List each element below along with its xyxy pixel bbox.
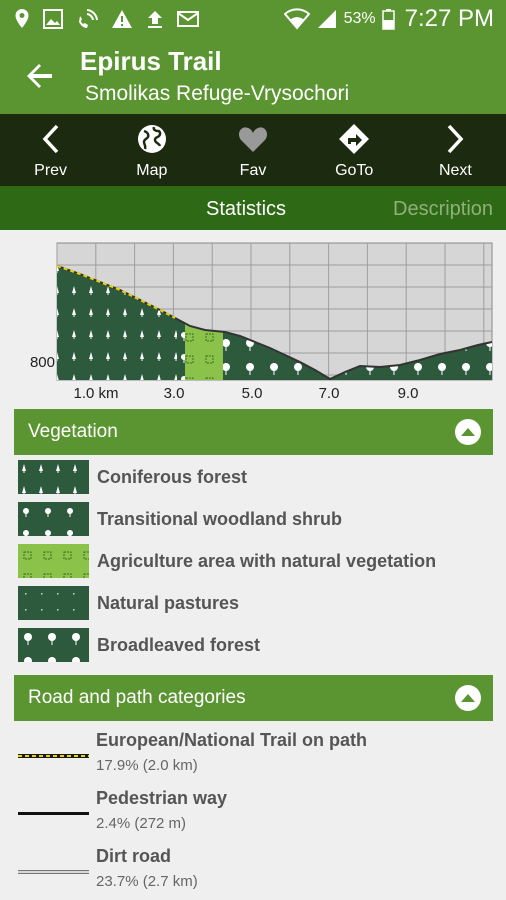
- fav-button[interactable]: Fav: [202, 114, 303, 186]
- app-bar: Epirus Trail Smolikas Refuge-Vrysochori: [0, 38, 506, 114]
- legend-item-agriculture: Agriculture area with natural vegetation: [18, 543, 436, 579]
- coniferous-swatch: [18, 460, 89, 494]
- road-stat: 2.4% (272 m): [96, 815, 187, 832]
- elevation-chart: 1.0 km 3.0 5.0 7.0 9.0 800: [30, 242, 493, 402]
- goto-button[interactable]: GoTo: [304, 114, 405, 186]
- trail-line-swatch: [18, 754, 89, 758]
- agriculture-swatch: [18, 544, 89, 578]
- vegetation-header[interactable]: Vegetation: [14, 409, 493, 455]
- chart-x-ticks: 1.0 km 3.0 5.0 7.0 9.0: [73, 385, 418, 402]
- collapse-up-icon[interactable]: [454, 684, 482, 712]
- directions-icon: [339, 124, 370, 154]
- mail-icon: [177, 11, 199, 27]
- road-item-pedestrian: Pedestrian way 2.4% (272 m): [18, 788, 488, 840]
- roads-header[interactable]: Road and path categories: [14, 675, 493, 721]
- page-title: Epirus Trail: [80, 46, 222, 76]
- roads-header-label: Road and path categories: [28, 687, 246, 708]
- next-button[interactable]: Next: [405, 114, 506, 186]
- x-tick-label: 7.0: [319, 385, 340, 402]
- chevron-left-icon: [42, 124, 58, 154]
- x-tick-label: 1.0 km: [73, 385, 118, 402]
- legend-item-pastures: Natural pastures: [18, 585, 239, 621]
- legend-item-broadleaved: Broadleaved forest: [18, 627, 260, 663]
- battery-percent: 53%: [343, 10, 376, 27]
- broadleaved-swatch: [18, 628, 89, 662]
- wifi-icon: [283, 8, 310, 30]
- y-tick-label: 800: [30, 354, 55, 371]
- road-item-trail: European/National Trail on path 17.9% (2…: [18, 730, 488, 782]
- tab-statistics[interactable]: Statistics: [206, 198, 286, 221]
- map-button[interactable]: Map: [101, 114, 202, 186]
- tab-bar: Statistics Description: [0, 186, 506, 230]
- map-label: Map: [136, 162, 168, 179]
- transitional-swatch: [18, 502, 89, 536]
- legend-item-transitional: Transitional woodland shrub: [18, 501, 342, 537]
- road-item-dirt: Dirt road 23.7% (2.7 km): [18, 846, 488, 898]
- legend-label: Natural pastures: [97, 592, 240, 613]
- upload-icon: [148, 11, 162, 28]
- x-tick-label: 5.0: [242, 385, 263, 402]
- chart-plot: [56, 242, 493, 381]
- pedestrian-line-swatch: [18, 812, 89, 815]
- pastures-swatch: [18, 586, 89, 620]
- dirt-line-swatch: [18, 870, 89, 874]
- legend-label: Coniferous forest: [97, 466, 248, 487]
- globe-icon: [137, 125, 166, 153]
- status-bar: 53% 7:27 PM: [0, 0, 506, 38]
- legend-item-coniferous: Coniferous forest: [18, 459, 247, 495]
- chevron-right-icon: [448, 124, 464, 154]
- road-name: European/National Trail on path: [96, 730, 368, 750]
- tab-description[interactable]: Description: [393, 198, 493, 221]
- prev-button[interactable]: Prev: [0, 114, 101, 186]
- x-tick-label: 3.0: [164, 385, 185, 402]
- heart-icon: [238, 127, 268, 152]
- location-icon: [15, 9, 29, 28]
- battery-icon: [381, 9, 395, 30]
- next-label: Next: [438, 162, 472, 179]
- road-stat: 23.7% (2.7 km): [96, 873, 198, 890]
- action-toolbar: Prev Map Fav GoTo Next: [0, 114, 506, 186]
- prev-label: Prev: [34, 162, 68, 179]
- chart-y-ticks: 800: [30, 354, 55, 371]
- wifi-calling-icon: [79, 9, 98, 28]
- legend-label: Transitional woodland shrub: [97, 508, 343, 529]
- legend-label: Broadleaved forest: [97, 634, 261, 655]
- road-stat: 17.9% (2.0 km): [96, 757, 198, 774]
- clock: 7:27 PM: [404, 5, 494, 32]
- back-arrow-icon[interactable]: [22, 58, 58, 94]
- goto-label: GoTo: [335, 162, 374, 179]
- fav-label: Fav: [239, 162, 267, 179]
- signal-icon: [317, 10, 336, 28]
- vegetation-header-label: Vegetation: [28, 421, 118, 442]
- legend-label: Agriculture area with natural vegetation: [97, 550, 437, 571]
- image-icon: [43, 9, 63, 29]
- x-tick-label: 9.0: [398, 385, 419, 402]
- warning-icon: [112, 10, 132, 28]
- page-subtitle: Smolikas Refuge-Vrysochori: [85, 82, 350, 105]
- road-name: Pedestrian way: [96, 788, 228, 808]
- road-name: Dirt road: [96, 846, 172, 866]
- collapse-up-icon[interactable]: [454, 418, 482, 446]
